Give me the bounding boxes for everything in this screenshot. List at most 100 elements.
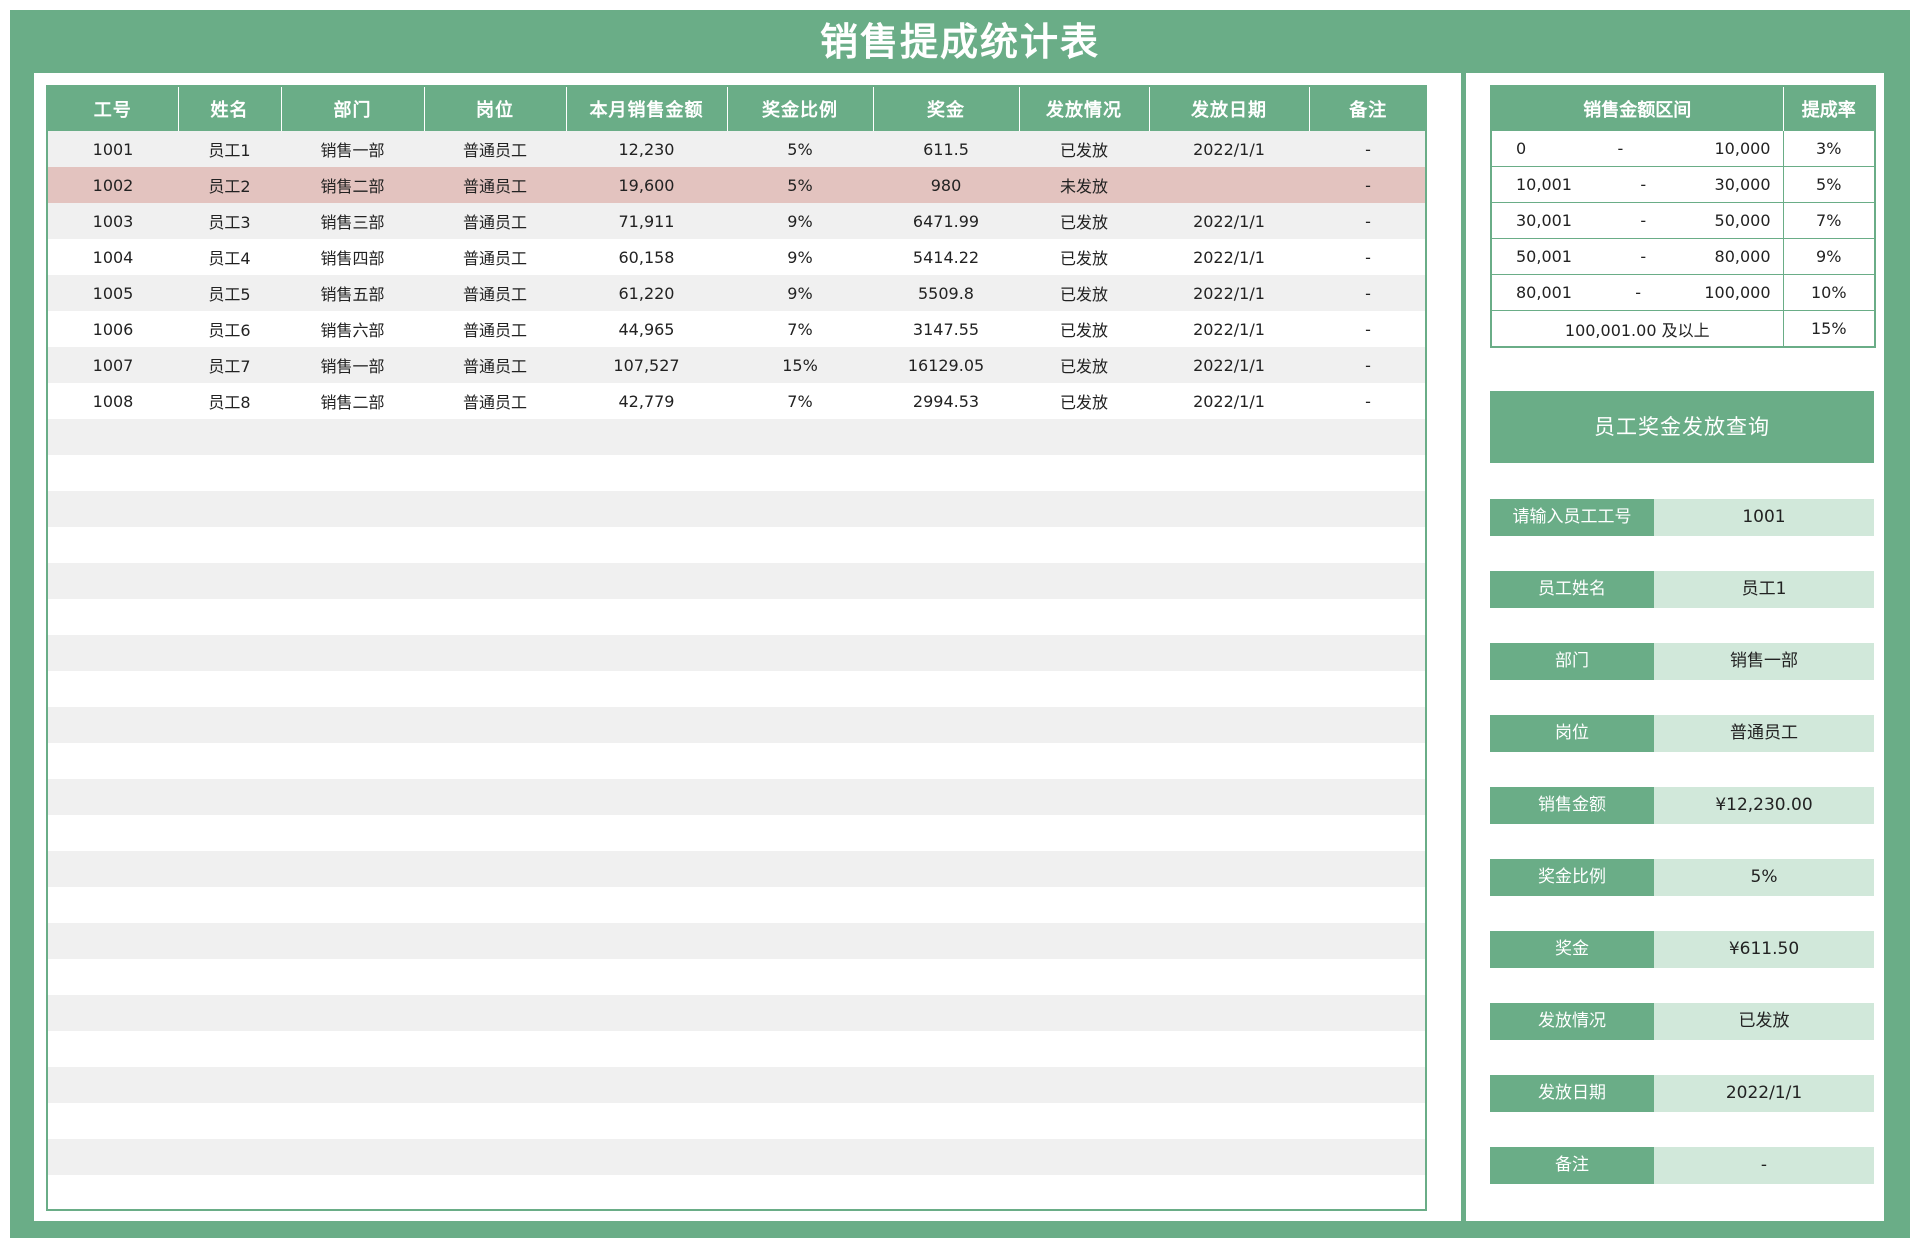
cell-bonus-rate[interactable] [727,1139,873,1175]
cell-id[interactable]: 1003 [48,203,178,239]
cell-bonus-rate[interactable] [727,851,873,887]
cell-sales-amount[interactable] [566,563,727,599]
cell-status[interactable] [1019,599,1149,635]
cell-note[interactable] [1309,815,1425,851]
cell-status[interactable]: 已发放 [1019,131,1149,167]
cell-sales-amount[interactable] [566,923,727,959]
table-row[interactable] [48,491,1425,527]
cell-bonus[interactable] [873,1067,1019,1103]
table-row[interactable]: 1006 员工6 销售六部 普通员工 44,965 7% 3147.55 已发放 2022/1/… [48,311,1425,347]
cell-name[interactable]: 员工1 [178,131,281,167]
cell-note[interactable] [1309,995,1425,1031]
cell-position[interactable] [424,491,566,527]
cell-sales-amount[interactable] [566,1103,727,1139]
table-row[interactable] [48,851,1425,887]
cell-status[interactable] [1019,527,1149,563]
cell-sales-amount[interactable] [566,419,727,455]
cell-position[interactable] [424,995,566,1031]
table-row[interactable] [48,743,1425,779]
col-header-status[interactable]: 发放情况 [1019,87,1150,131]
cell-bonus-rate[interactable]: 9% [727,203,873,239]
cell-status[interactable] [1019,1103,1149,1139]
cell-status[interactable] [1019,923,1149,959]
cell-id[interactable] [48,923,178,959]
cell-sales-amount[interactable] [566,635,727,671]
cell-bonus[interactable] [873,923,1019,959]
cell-id[interactable] [48,1175,178,1209]
cell-note[interactable] [1309,707,1425,743]
cell-note[interactable]: - [1309,203,1425,239]
cell-bonus[interactable] [873,851,1019,887]
rate-range-cell[interactable]: 50,001 - 80,000 [1491,238,1783,275]
cell-department[interactable] [281,779,424,815]
col-header-date[interactable]: 发放日期 [1149,87,1310,131]
rate-row[interactable]: 50,001 - 80,000 9% [1491,238,1875,275]
cell-sales-amount[interactable] [566,851,727,887]
table-row[interactable] [48,1175,1425,1209]
cell-date[interactable] [1149,815,1309,851]
cell-position[interactable] [424,851,566,887]
cell-department[interactable] [281,887,424,923]
cell-note[interactable] [1309,1139,1425,1175]
cell-date[interactable]: 2022/1/1 [1149,239,1309,275]
cell-bonus-rate[interactable] [727,1031,873,1067]
cell-position[interactable]: 普通员工 [424,311,566,347]
employee-id-input[interactable]: 1001 [1654,499,1874,536]
cell-sales-amount[interactable] [566,599,727,635]
cell-note[interactable] [1309,743,1425,779]
cell-bonus-rate[interactable] [727,1175,873,1209]
rate-value-cell[interactable]: 3% [1782,131,1875,167]
col-header-sales-amount[interactable]: 本月销售金额 [566,87,728,131]
cell-sales-amount[interactable] [566,527,727,563]
cell-position[interactable]: 普通员工 [424,275,566,311]
cell-status[interactable] [1019,1139,1149,1175]
cell-department[interactable] [281,959,424,995]
cell-date[interactable] [1149,599,1309,635]
cell-id[interactable]: 1002 [48,167,178,203]
cell-bonus[interactable] [873,1103,1019,1139]
cell-note[interactable] [1309,419,1425,455]
cell-date[interactable] [1149,995,1309,1031]
cell-id[interactable] [48,491,178,527]
cell-sales-amount[interactable]: 71,911 [566,203,727,239]
cell-date[interactable] [1149,1175,1309,1209]
cell-note[interactable]: - [1309,383,1425,419]
cell-date[interactable] [1149,1103,1309,1139]
cell-note[interactable]: - [1309,239,1425,275]
cell-name[interactable] [178,599,281,635]
table-row[interactable]: 1002 员工2 销售二部 普通员工 19,600 5% 980 未发放 - [48,167,1425,203]
cell-status[interactable] [1019,887,1149,923]
table-row[interactable] [48,671,1425,707]
cell-position[interactable] [424,1031,566,1067]
table-row[interactable]: 1003 员工3 销售三部 普通员工 71,911 9% 6471.99 已发放 2022/1/… [48,203,1425,239]
cell-position[interactable]: 普通员工 [424,383,566,419]
table-row[interactable] [48,527,1425,563]
cell-bonus[interactable] [873,959,1019,995]
cell-note[interactable] [1309,1067,1425,1103]
cell-department[interactable] [281,1103,424,1139]
cell-note[interactable] [1309,1175,1425,1209]
cell-status[interactable] [1019,635,1149,671]
cell-name[interactable]: 员工3 [178,203,281,239]
cell-department[interactable] [281,563,424,599]
cell-department[interactable] [281,455,424,491]
cell-sales-amount[interactable]: 107,527 [566,347,727,383]
cell-sales-amount[interactable] [566,743,727,779]
cell-bonus-rate[interactable] [727,1103,873,1139]
cell-sales-amount[interactable] [566,779,727,815]
cell-bonus[interactable]: 16129.05 [873,347,1019,383]
cell-name[interactable] [178,563,281,599]
cell-bonus[interactable]: 2994.53 [873,383,1019,419]
cell-department[interactable] [281,707,424,743]
cell-position[interactable] [424,455,566,491]
cell-id[interactable]: 1007 [48,347,178,383]
cell-position[interactable] [424,887,566,923]
cell-date[interactable] [1149,671,1309,707]
cell-note[interactable] [1309,527,1425,563]
cell-sales-amount[interactable]: 12,230 [566,131,727,167]
cell-note[interactable] [1309,851,1425,887]
cell-bonus[interactable] [873,419,1019,455]
table-row[interactable] [48,599,1425,635]
cell-id[interactable] [48,527,178,563]
cell-bonus[interactable] [873,455,1019,491]
